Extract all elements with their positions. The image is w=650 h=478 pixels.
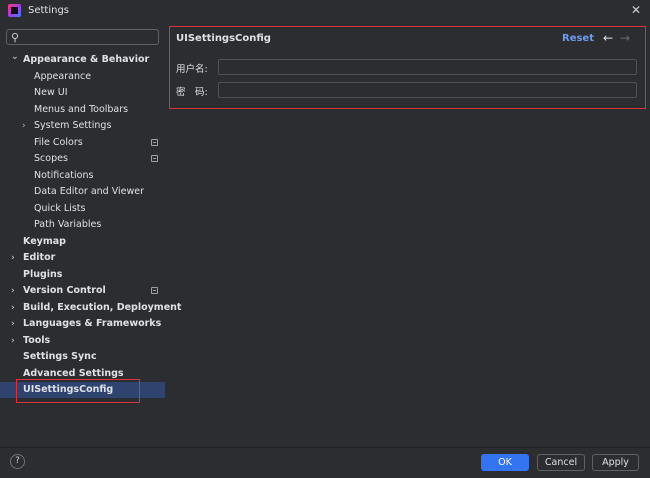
sidebar-item-label: Languages & Frameworks [23, 318, 162, 329]
sidebar-item-label: New UI [34, 87, 68, 98]
sidebar-item-label: Path Variables [34, 219, 102, 230]
project-settings-icon [151, 287, 158, 294]
forward-arrow-icon[interactable]: → [620, 31, 630, 45]
sidebar-item-label: Appearance & Behavior [23, 54, 150, 65]
sidebar-item-advanced-settings[interactable]: Advanced Settings [0, 366, 165, 382]
sidebar-item-label: System Settings [34, 120, 112, 131]
sidebar-item-settings-sync[interactable]: Settings Sync [0, 349, 165, 365]
sidebar-item-label: Quick Lists [34, 202, 86, 214]
sidebar-item-version-control[interactable]: › Version Control [0, 283, 165, 299]
ok-button[interactable]: OK [481, 454, 529, 471]
sidebar-item-label: Build, Execution, Deployment [23, 301, 182, 313]
project-settings-icon [151, 138, 158, 146]
chevron-right-icon[interactable]: › [11, 283, 19, 299]
chevron-right-icon[interactable]: › [22, 118, 30, 134]
window-title: Settings [28, 5, 70, 16]
sidebar-item-label: File Colors [34, 136, 83, 148]
sidebar-item-appearance-behavior[interactable]: ⌄ Appearance & Behavior [0, 52, 165, 68]
sidebar-item-data-editor-and-viewer[interactable]: Data Editor and Viewer [0, 184, 165, 200]
search-icon: ⚲ [11, 31, 20, 44]
chevron-right-icon[interactable]: › [11, 316, 19, 332]
sidebar-item-label: UISettingsConfig [23, 384, 114, 395]
title-bar: Settings ✕ [0, 0, 650, 22]
sidebar-item-tools[interactable]: › Tools [0, 333, 165, 349]
sidebar-item-quick-lists[interactable]: Quick Lists [0, 201, 165, 217]
sidebar-item-label: Version Control [23, 285, 106, 296]
sidebar-item-label: Scopes [34, 153, 68, 164]
sidebar-item-label: Notifications [34, 169, 94, 181]
back-arrow-icon[interactable]: ← [603, 31, 613, 45]
sidebar-item-plugins[interactable]: Plugins [0, 267, 165, 283]
sidebar-item-path-variables[interactable]: Path Variables [0, 217, 165, 233]
sidebar-item-label: Appearance [34, 70, 92, 82]
apply-button[interactable]: Apply [592, 454, 639, 471]
sidebar-item-system-settings[interactable]: › System Settings [0, 118, 165, 134]
chevron-right-icon[interactable]: › [11, 250, 19, 266]
sidebar-item-label: Advanced Settings [23, 367, 124, 379]
sidebar-item-label: Keymap [23, 235, 66, 247]
sidebar-item-label: Data Editor and Viewer [34, 186, 145, 197]
settings-sidebar: ⚲ ⌄ Appearance & Behavior Appearance New UI… [0, 23, 181, 447]
password-field[interactable] [218, 82, 637, 98]
sidebar-item-menus-and-toolbars[interactable]: Menus and Toolbars [0, 102, 165, 118]
page-title: UISettingsConfig [176, 33, 271, 44]
username-field[interactable] [218, 59, 637, 75]
sidebar-item-editor[interactable]: › Editor [0, 250, 165, 266]
close-icon[interactable]: ✕ [628, 2, 644, 18]
sidebar-item-label: Plugins [23, 268, 63, 280]
chevron-right-icon[interactable]: › [11, 333, 19, 349]
sidebar-item-label: Settings Sync [23, 351, 97, 362]
help-button[interactable]: ? [10, 454, 25, 469]
cancel-button[interactable]: Cancel [537, 454, 585, 471]
chevron-right-icon[interactable]: › [11, 300, 19, 316]
sidebar-item-build-execution-deployment[interactable]: › Build, Execution, Deployment [0, 300, 181, 316]
sidebar-item-new-ui[interactable]: New UI [0, 85, 165, 101]
password-label: 密 码: [176, 87, 208, 98]
sidebar-item-keymap[interactable]: Keymap [0, 234, 165, 250]
reset-link[interactable]: Reset [562, 33, 594, 44]
username-label: 用户名: [176, 64, 208, 75]
sidebar-item-label: Tools [23, 334, 51, 346]
app-logo-icon [8, 4, 21, 17]
sidebar-item-notifications[interactable]: Notifications [0, 168, 165, 184]
chevron-down-icon[interactable]: ⌄ [11, 49, 19, 65]
project-settings-icon [151, 155, 158, 162]
sidebar-item-appearance[interactable]: Appearance [0, 69, 165, 85]
sidebar-item-uisettingsconfig[interactable]: UISettingsConfig [0, 382, 165, 398]
search-input[interactable]: ⚲ [6, 29, 159, 45]
sidebar-item-scopes[interactable]: Scopes [0, 151, 165, 167]
sidebar-item-file-colors[interactable]: File Colors [0, 135, 165, 151]
sidebar-item-label: Menus and Toolbars [34, 103, 129, 115]
sidebar-item-label: Editor [23, 252, 56, 263]
sidebar-item-languages-frameworks[interactable]: › Languages & Frameworks [0, 316, 165, 332]
